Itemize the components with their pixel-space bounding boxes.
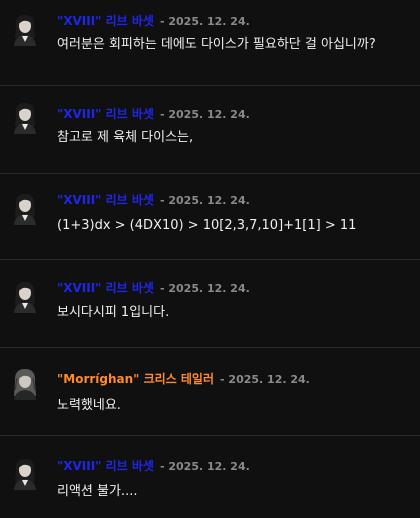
author-name[interactable]: "XVIII" 리브 바셋: [57, 14, 154, 28]
dark-haired-avatar-icon[interactable]: [11, 12, 39, 46]
comment-item: "XVIII" 리브 바셋 - 2025. 12. 24. (1+3)dx > (…: [0, 174, 420, 260]
dark-haired-avatar-icon[interactable]: [11, 100, 39, 134]
comment-text: 리액션 불가....: [57, 484, 138, 499]
comment-meta: "XVIII" 리브 바셋 - 2025. 12. 24.: [57, 106, 250, 123]
comment-feed: "XVIII" 리브 바셋 - 2025. 12. 24. 여러분은 회피하는 데…: [0, 0, 420, 518]
comment-item: "XVIII" 리브 바셋 - 2025. 12. 24. 리액션 불가....: [0, 436, 420, 518]
comment-text: 여러분은 회피하는 데에도 다이스가 필요하단 걸 아십니까?: [57, 37, 376, 52]
comment-date: - 2025. 12. 24.: [159, 460, 250, 473]
comment-date: - 2025. 12. 24.: [159, 15, 250, 28]
comment-meta: "XVIII" 리브 바셋 - 2025. 12. 24.: [57, 192, 250, 209]
comment-meta: "Morríghan" 크리스 테일러 - 2025. 12. 24.: [57, 371, 310, 388]
comment-text: 참고로 제 육체 다이스는,: [57, 130, 194, 145]
comment-item: "XVIII" 리브 바셋 - 2025. 12. 24. 보시다시피 1입니다.: [0, 260, 420, 348]
author-name[interactable]: "XVIII" 리브 바셋: [57, 193, 154, 207]
comment-item: "XVIII" 리브 바셋 - 2025. 12. 24. 여러분은 회피하는 데…: [0, 0, 420, 86]
comment-text: 노력했네요.: [57, 398, 121, 413]
dark-haired-avatar-icon[interactable]: [11, 191, 39, 225]
comment-text: 보시다시피 1입니다.: [57, 305, 170, 320]
comment-item: "Morríghan" 크리스 테일러 - 2025. 12. 24. 노력했네요…: [0, 348, 420, 436]
comment-item: "XVIII" 리브 바셋 - 2025. 12. 24. 참고로 제 육체 다이…: [0, 86, 420, 174]
comment-meta: "XVIII" 리브 바셋 - 2025. 12. 24.: [57, 13, 250, 30]
comment-meta: "XVIII" 리브 바셋 - 2025. 12. 24.: [57, 458, 250, 475]
dark-haired-avatar-icon[interactable]: [11, 456, 39, 490]
comment-date: - 2025. 12. 24.: [159, 108, 250, 121]
comment-date: - 2025. 12. 24.: [159, 282, 250, 295]
comment-date: - 2025. 12. 24.: [159, 194, 250, 207]
comment-text: (1+3)dx > (4DX10) > 10[2,3,7,10]+1[1] > …: [57, 218, 357, 233]
author-name[interactable]: "Morríghan" 크리스 테일러: [57, 372, 214, 386]
author-name[interactable]: "XVIII" 리브 바셋: [57, 281, 154, 295]
author-name[interactable]: "XVIII" 리브 바셋: [57, 459, 154, 473]
author-name[interactable]: "XVIII" 리브 바셋: [57, 107, 154, 121]
comment-date: - 2025. 12. 24.: [220, 373, 310, 386]
comment-meta: "XVIII" 리브 바셋 - 2025. 12. 24.: [57, 280, 250, 297]
grey-haired-avatar-icon[interactable]: [11, 366, 39, 400]
dark-haired-avatar-icon[interactable]: [11, 279, 39, 313]
